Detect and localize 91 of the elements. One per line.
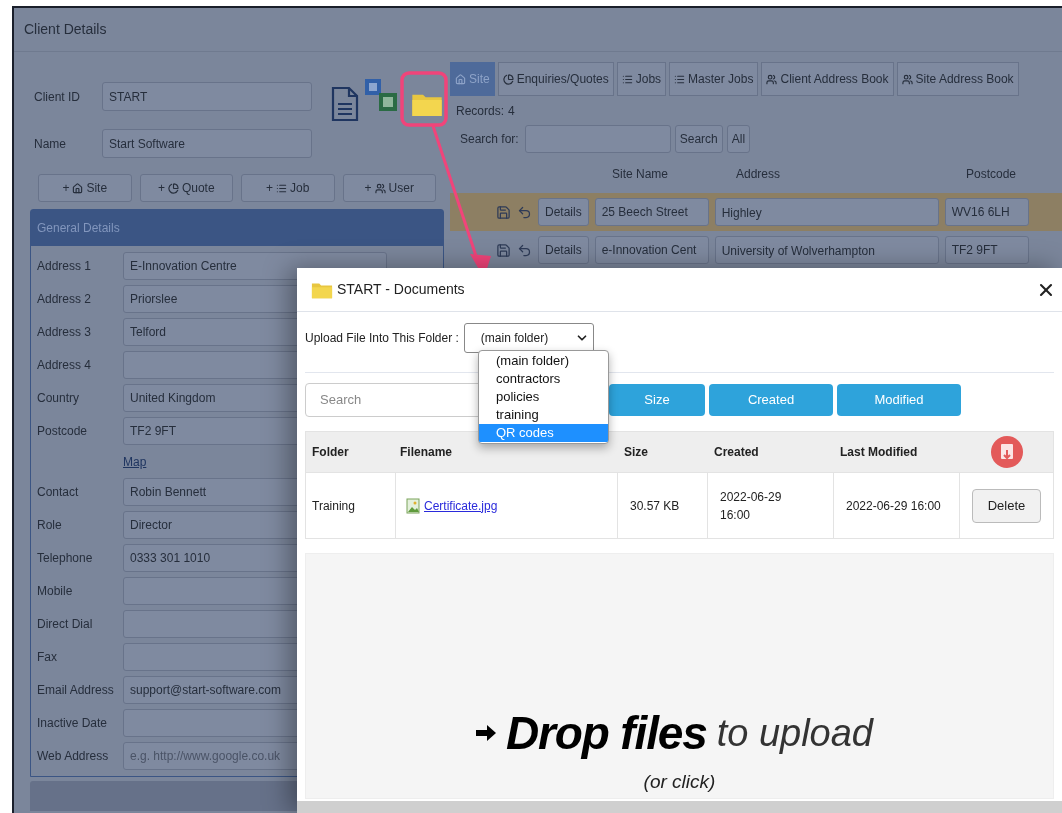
column-header: Created xyxy=(713,444,760,461)
records-count: 4 xyxy=(508,103,515,120)
tab[interactable]: Enquiries/Quotes xyxy=(497,62,614,96)
add-button[interactable]: + User xyxy=(342,174,436,202)
add-button[interactable]: + Job xyxy=(241,174,335,202)
search-button[interactable]: Search xyxy=(674,125,723,153)
image-file-icon xyxy=(406,497,420,514)
details-button[interactable]: Details xyxy=(538,236,589,264)
drop-title: Drop files xyxy=(506,705,707,761)
add-button[interactable]: + Site xyxy=(38,174,132,202)
undo-icon[interactable] xyxy=(517,204,532,220)
users-icon xyxy=(901,73,913,85)
postcode-field[interactable]: WV16 6LH xyxy=(944,198,1029,226)
drop-zone[interactable]: Drop files to upload (or click) xyxy=(305,553,1054,799)
pie-chart-icon xyxy=(502,73,514,85)
users-icon xyxy=(766,73,778,85)
drop-hint: (or click) xyxy=(643,769,716,794)
sort-button[interactable]: Modified xyxy=(837,384,961,416)
field-label: Address 3 xyxy=(37,324,93,341)
home-icon xyxy=(455,73,466,85)
users-icon xyxy=(374,182,386,194)
address-field[interactable]: Highley xyxy=(714,198,939,226)
delete-button[interactable]: Delete xyxy=(971,488,1042,523)
field-label: Fax xyxy=(37,649,58,666)
column-header: Filename xyxy=(399,444,454,461)
text-field[interactable]: Start Software xyxy=(102,129,312,158)
add-button[interactable]: + Quote xyxy=(139,174,233,202)
table-cell-text: 2022-06-29 16:00 xyxy=(846,497,941,515)
field-label: Client ID xyxy=(33,88,81,106)
search-button[interactable]: All xyxy=(726,125,751,153)
list-icon xyxy=(276,182,288,194)
field-label: Country xyxy=(37,390,81,407)
field-label: Mobile xyxy=(37,583,74,600)
arrow-right-icon xyxy=(476,725,496,741)
field-label: Email Address xyxy=(37,682,115,699)
postcode-field[interactable]: TF2 9FT xyxy=(944,236,1029,264)
field-label: Role xyxy=(37,517,63,534)
tab[interactable]: Site Address Book xyxy=(896,62,1019,96)
field-label: Address 1 xyxy=(37,258,93,275)
search-label: Search for: xyxy=(460,131,519,148)
section-title: General Details xyxy=(37,220,120,237)
download-icon[interactable] xyxy=(990,436,1023,468)
spreadsheet-icons[interactable] xyxy=(364,78,398,112)
site-name-field[interactable]: 25 Beech Street xyxy=(594,198,709,226)
tab[interactable]: Client Address Book xyxy=(761,62,894,96)
dropdown-option[interactable]: QR codes xyxy=(479,424,608,442)
field-label: Web Address xyxy=(37,748,110,765)
details-button[interactable]: Details xyxy=(538,198,589,226)
tab[interactable]: Site xyxy=(450,62,495,96)
file-link[interactable]: Certificate.jpg xyxy=(424,496,498,515)
drop-subtitle: to upload xyxy=(716,710,873,756)
tab[interactable]: Master Jobs xyxy=(669,62,759,96)
column-header: Last Modified xyxy=(839,444,919,461)
records-label: Records: xyxy=(456,103,505,120)
field-label: Telephone xyxy=(37,550,94,567)
save-icon[interactable] xyxy=(496,242,511,258)
list-icon xyxy=(674,73,686,85)
field-label: Postcode xyxy=(37,423,89,440)
field-label: Inactive Date xyxy=(37,715,109,732)
text-field[interactable]: START xyxy=(102,82,312,111)
field-label: Contact xyxy=(37,484,80,501)
site-name-field[interactable]: e-Innovation Cent xyxy=(594,236,709,264)
dropdown-option[interactable]: policies xyxy=(479,388,608,406)
document-icon[interactable] xyxy=(330,86,360,122)
table-cell-text: 2022-06-29 16:00 xyxy=(720,488,783,524)
save-icon[interactable] xyxy=(496,204,511,220)
field-label: Address 2 xyxy=(37,291,93,308)
column-header: Size xyxy=(623,444,649,461)
pie-chart-icon xyxy=(167,182,179,194)
folder-select[interactable]: (main folder) xyxy=(463,323,594,353)
sort-button[interactable]: Size xyxy=(609,384,705,416)
sort-button[interactable]: Created xyxy=(709,384,833,416)
home-icon xyxy=(72,182,84,194)
field-label: Address 4 xyxy=(37,357,93,374)
map-link[interactable]: Map xyxy=(123,452,147,471)
column-header: Postcode xyxy=(966,166,1017,183)
field-label: Direct Dial xyxy=(37,616,94,633)
dropdown-option[interactable]: (main folder) xyxy=(479,352,608,370)
address-field[interactable]: University of Wolverhampton xyxy=(714,236,939,264)
site-row[interactable]: Details e-Innovation Cent University of Wolverhampton TF2 9FT xyxy=(450,231,1062,269)
column-header: Folder xyxy=(311,444,350,461)
list-icon xyxy=(621,73,633,85)
highlight-frame xyxy=(400,71,448,127)
column-header: Site Name xyxy=(612,166,670,183)
tab[interactable]: Jobs xyxy=(616,62,667,96)
undo-icon[interactable] xyxy=(517,242,532,258)
table-cell-text: 30.57 KB xyxy=(630,497,680,515)
site-row[interactable]: Details 25 Beech Street Highley WV16 6LH xyxy=(450,193,1062,231)
field-label: Name xyxy=(33,135,67,153)
panel-title: Client Details xyxy=(24,20,107,39)
column-header: Address xyxy=(736,166,782,183)
